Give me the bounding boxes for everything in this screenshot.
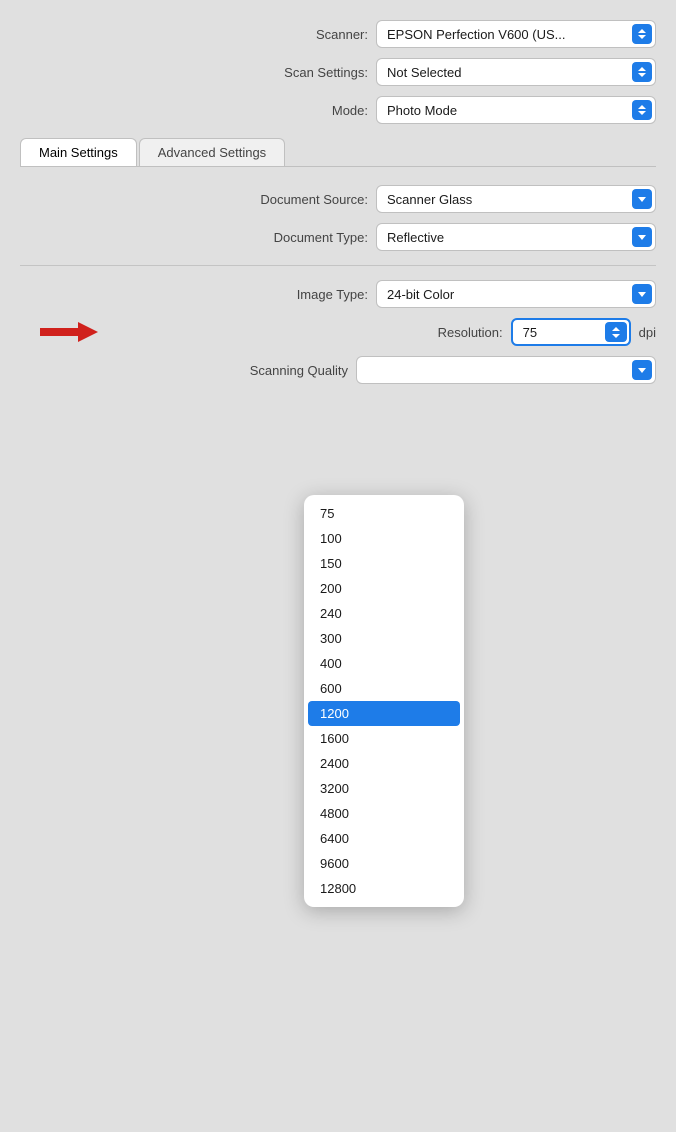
resolution-option-400[interactable]: 400 <box>304 651 464 676</box>
resolution-option-1600[interactable]: 1600 <box>304 726 464 751</box>
scanner-label: Scanner: <box>228 27 368 42</box>
resolution-option-300[interactable]: 300 <box>304 626 464 651</box>
image-type-select-wrapper: 24-bit Color <box>376 280 656 308</box>
document-type-row: Document Type: Reflective <box>20 223 656 251</box>
main-container: Scanner: EPSON Perfection V600 (US... Sc… <box>0 0 676 414</box>
document-type-select[interactable]: Reflective <box>376 223 656 251</box>
resolution-option-4800[interactable]: 4800 <box>304 801 464 826</box>
image-type-label: Image Type: <box>228 287 368 302</box>
resolution-row: Resolution: 7510015020024030040060012001… <box>20 318 656 346</box>
scanning-quality-select[interactable] <box>356 356 656 384</box>
resolution-option-12800[interactable]: 12800 <box>304 876 464 901</box>
resolution-dropdown: 75 100 150 200 240 300 400 600 1200 1600… <box>304 495 464 907</box>
resolution-option-240[interactable]: 240 <box>304 601 464 626</box>
scanner-select[interactable]: EPSON Perfection V600 (US... <box>376 20 656 48</box>
image-type-row: Image Type: 24-bit Color <box>20 280 656 308</box>
tab-advanced-settings[interactable]: Advanced Settings <box>139 138 285 166</box>
red-arrow-indicator <box>40 318 100 346</box>
scanning-quality-select-wrapper <box>356 356 656 384</box>
document-source-select-wrapper: Scanner Glass <box>376 185 656 213</box>
document-source-select[interactable]: Scanner Glass <box>376 185 656 213</box>
scan-settings-row: Scan Settings: Not Selected <box>20 58 656 86</box>
dpi-label: dpi <box>639 325 656 340</box>
image-type-select[interactable]: 24-bit Color <box>376 280 656 308</box>
scanning-quality-row: Scanning Quality <box>20 356 656 384</box>
mode-select-wrapper: Photo Mode <box>376 96 656 124</box>
scan-settings-label: Scan Settings: <box>228 65 368 80</box>
document-source-label: Document Source: <box>228 192 368 207</box>
scan-settings-select-wrapper: Not Selected <box>376 58 656 86</box>
resolution-option-600[interactable]: 600 <box>304 676 464 701</box>
document-type-select-wrapper: Reflective <box>376 223 656 251</box>
mode-label: Mode: <box>228 103 368 118</box>
resolution-label: Resolution: <box>363 325 503 340</box>
resolution-option-9600[interactable]: 9600 <box>304 851 464 876</box>
resolution-option-200[interactable]: 200 <box>304 576 464 601</box>
resolution-option-3200[interactable]: 3200 <box>304 776 464 801</box>
resolution-select-wrapper: 7510015020024030040060012001600240032004… <box>511 318 631 346</box>
document-type-label: Document Type: <box>228 230 368 245</box>
resolution-option-150[interactable]: 150 <box>304 551 464 576</box>
scanner-row: Scanner: EPSON Perfection V600 (US... <box>20 20 656 48</box>
mode-select[interactable]: Photo Mode <box>376 96 656 124</box>
scanning-quality-label: Scanning Quality <box>208 363 348 378</box>
tabs-row: Main Settings Advanced Settings <box>20 138 656 167</box>
tab-main-settings[interactable]: Main Settings <box>20 138 137 166</box>
resolution-option-2400[interactable]: 2400 <box>304 751 464 776</box>
resolution-option-6400[interactable]: 6400 <box>304 826 464 851</box>
scanner-select-wrapper: EPSON Perfection V600 (US... <box>376 20 656 48</box>
resolution-option-100[interactable]: 100 <box>304 526 464 551</box>
red-arrow-svg <box>40 318 100 346</box>
scan-settings-select[interactable]: Not Selected <box>376 58 656 86</box>
resolution-option-1200[interactable]: 1200 <box>308 701 460 726</box>
mode-row: Mode: Photo Mode <box>20 96 656 124</box>
resolution-option-75[interactable]: 75 <box>304 501 464 526</box>
document-source-row: Document Source: Scanner Glass <box>20 185 656 213</box>
divider-1 <box>20 265 656 266</box>
resolution-select[interactable]: 7510015020024030040060012001600240032004… <box>511 318 631 346</box>
